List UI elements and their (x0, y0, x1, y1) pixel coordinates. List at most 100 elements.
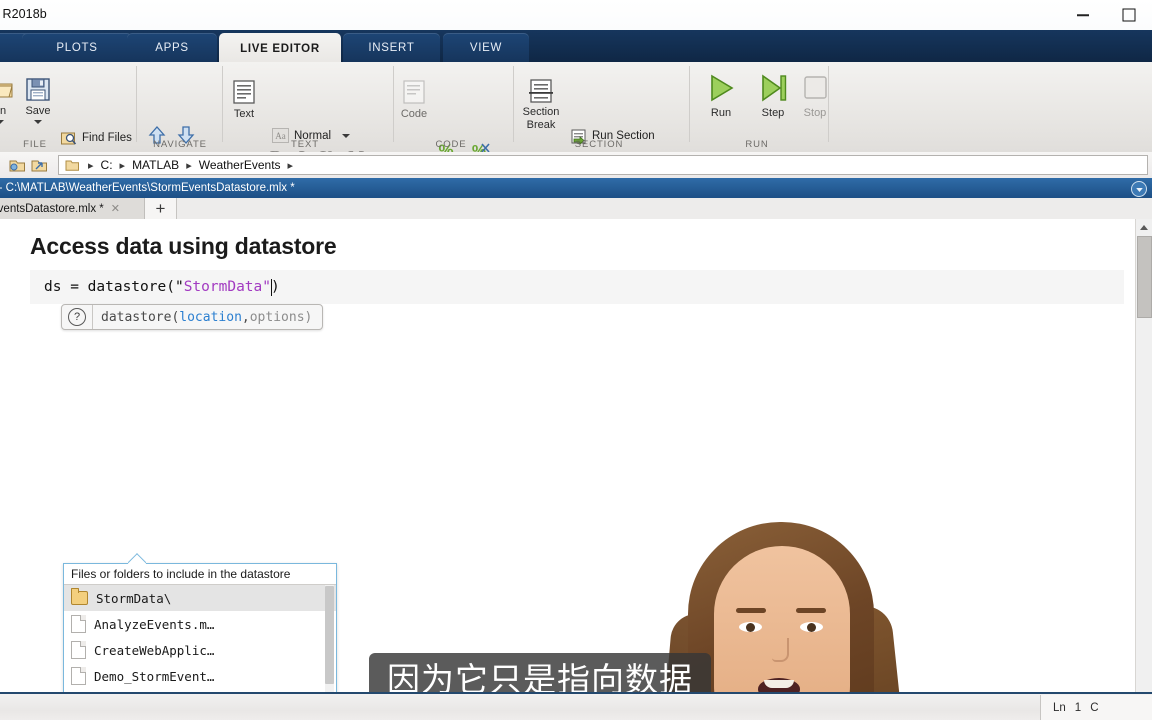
mouth (758, 678, 800, 692)
scrollbar-thumb[interactable] (1137, 236, 1152, 318)
dock-menu-icon[interactable] (1131, 181, 1147, 197)
maximize-button[interactable] (1106, 0, 1152, 30)
file-tab-label: EventsDatastore.mlx * (0, 202, 104, 215)
autocomplete-arrow (128, 553, 146, 564)
text-label: Text (233, 108, 255, 120)
folder-icon (71, 588, 88, 605)
line-column-indicator[interactable]: Ln 1 C (1040, 695, 1152, 720)
breadcrumb-sep: ▸ (287, 159, 294, 172)
param-options: options (249, 309, 305, 325)
paren-close: ) (304, 309, 313, 325)
group-label-text: TEXT (291, 139, 319, 150)
save-disk-icon (12, 68, 64, 102)
breadcrumb-sep: ▸ (119, 159, 126, 172)
line-value: 1 (1074, 702, 1082, 714)
autocomplete-item[interactable]: StormData\ (64, 585, 336, 611)
nose (772, 638, 789, 662)
page-title: Access data using datastore (30, 233, 337, 259)
section-break-icon (514, 70, 568, 104)
eye-right (800, 622, 823, 632)
close-icon[interactable]: ✕ (111, 202, 120, 215)
document-title-bar: tor - C:\MATLAB\WeatherEvents\StormEvent… (0, 178, 1152, 198)
ribbon-tab-view[interactable]: VIEW (443, 33, 529, 62)
ribbon-tab-strip: PLOTS APPS LIVE EDITOR INSERT VIEW Searc… (0, 30, 1152, 87)
file-tab[interactable]: EventsDatastore.mlx * ✕ (0, 198, 145, 219)
live-editor-canvas[interactable]: Access data using datastore ds = datasto… (0, 219, 1152, 692)
autocomplete-list[interactable]: StormData\ AnalyzeEvents.m… CreateWebApp… (64, 585, 336, 692)
run-play-icon (695, 70, 747, 104)
stop-label: Stop (803, 107, 827, 119)
save-button[interactable]: Save (12, 68, 64, 124)
group-label-navigate: NAVIGATE (153, 139, 207, 150)
code-line[interactable]: ds = datastore(" StormData ") (30, 270, 1124, 304)
autocomplete-popup[interactable]: Files or folders to include in the datas… (63, 563, 337, 692)
autocomplete-item-label: Demo_StormEvent… (94, 668, 215, 684)
file-icon (71, 615, 86, 633)
text-button[interactable]: Text (218, 71, 270, 120)
file-icon (71, 641, 86, 659)
breadcrumb-item-0[interactable]: C: (99, 158, 115, 172)
ribbon-tab-plots[interactable]: PLOTS (22, 33, 132, 62)
autocomplete-item[interactable]: Demo_StormEvent… (64, 663, 336, 689)
brow-left (736, 608, 766, 613)
address-bar: ▸ C: ▸ MATLAB ▸ WeatherEvents ▸ (0, 152, 1152, 179)
run-button[interactable]: Run (695, 70, 747, 119)
code-suffix: ) (271, 279, 280, 295)
browse-up-icon[interactable] (30, 157, 48, 178)
function-signature: datastore(location, options) (92, 305, 322, 329)
new-tab-button[interactable]: + (145, 198, 177, 219)
open-dropdown-icon[interactable] (0, 120, 4, 124)
ribbon-tab-apps[interactable]: APPS (127, 33, 217, 62)
text-icon (218, 71, 270, 105)
autocomplete-item-label: CreateWebApplic… (94, 642, 215, 658)
code-string-literal: StormData (183, 279, 263, 295)
chevron-down-icon[interactable] (342, 134, 351, 138)
autocomplete-item[interactable]: CreateWebApplic… (64, 637, 336, 663)
minimize-icon (1077, 14, 1089, 16)
autocomplete-header: Files or folders to include in the datas… (64, 564, 336, 585)
param-comma: , (241, 309, 250, 325)
ribbon-separator (136, 66, 137, 142)
autocomplete-item[interactable]: AnalyzeEvents.m… (64, 611, 336, 637)
status-bar: Ln 1 C (0, 692, 1152, 720)
code-label: Code (400, 108, 428, 120)
window-title: AB R2018b (0, 7, 47, 21)
line-label: Ln (1053, 702, 1066, 714)
ribbon-tab-live-editor[interactable]: LIVE EDITOR (219, 33, 341, 64)
breadcrumb-item-1[interactable]: MATLAB (130, 158, 181, 172)
file-tab-bar: EventsDatastore.mlx * ✕ + (0, 198, 1152, 220)
run-label: Run (710, 107, 732, 119)
breadcrumb-sep: ▸ (186, 159, 192, 172)
autocomplete-scrollbar-thumb[interactable] (325, 586, 334, 684)
editor-scrollbar[interactable] (1135, 219, 1152, 692)
save-dropdown-icon[interactable] (34, 120, 42, 124)
question-mark-icon[interactable]: ? (68, 308, 86, 326)
code-button[interactable]: Code (388, 71, 440, 120)
matlab-window: AB R2018b PLOTS APPS LIVE EDITOR INSERT … (0, 0, 1152, 720)
document-title-text: tor - C:\MATLAB\WeatherEvents\StormEvent… (0, 182, 295, 194)
title-bar: AB R2018b (0, 0, 1152, 31)
autocomplete-item-label: AnalyzeEvents.m… (94, 616, 215, 632)
folder-icon (65, 160, 79, 171)
breadcrumb[interactable]: ▸ C: ▸ MATLAB ▸ WeatherEvents ▸ (58, 155, 1148, 175)
group-label-run: RUN (745, 139, 769, 150)
breadcrumb-sep: ▸ (88, 159, 94, 172)
section-break-button[interactable]: Section Break (514, 70, 568, 132)
group-label-code: CODE (435, 139, 467, 150)
minimize-button[interactable] (1060, 0, 1106, 30)
find-files-button[interactable]: Find Files (60, 128, 132, 148)
function-hint-tooltip: ? datastore(location, options) (61, 304, 324, 330)
param-location: location (179, 309, 242, 325)
scroll-up-button[interactable] (1136, 219, 1151, 235)
column-label: C (1090, 702, 1099, 714)
group-label-section: SECTION (574, 139, 624, 150)
stop-button: Stop (789, 70, 841, 119)
ribbon-tab-insert[interactable]: INSERT (343, 33, 440, 62)
code-prefix: ds = datastore(" (44, 279, 184, 295)
autocomplete-item-label: StormData\ (96, 590, 172, 606)
group-label-file: FILE (23, 139, 47, 150)
browse-back-icon[interactable] (8, 157, 26, 178)
face (714, 546, 850, 692)
breadcrumb-item-2[interactable]: WeatherEvents (197, 158, 283, 172)
ribbon-separator (689, 66, 690, 142)
